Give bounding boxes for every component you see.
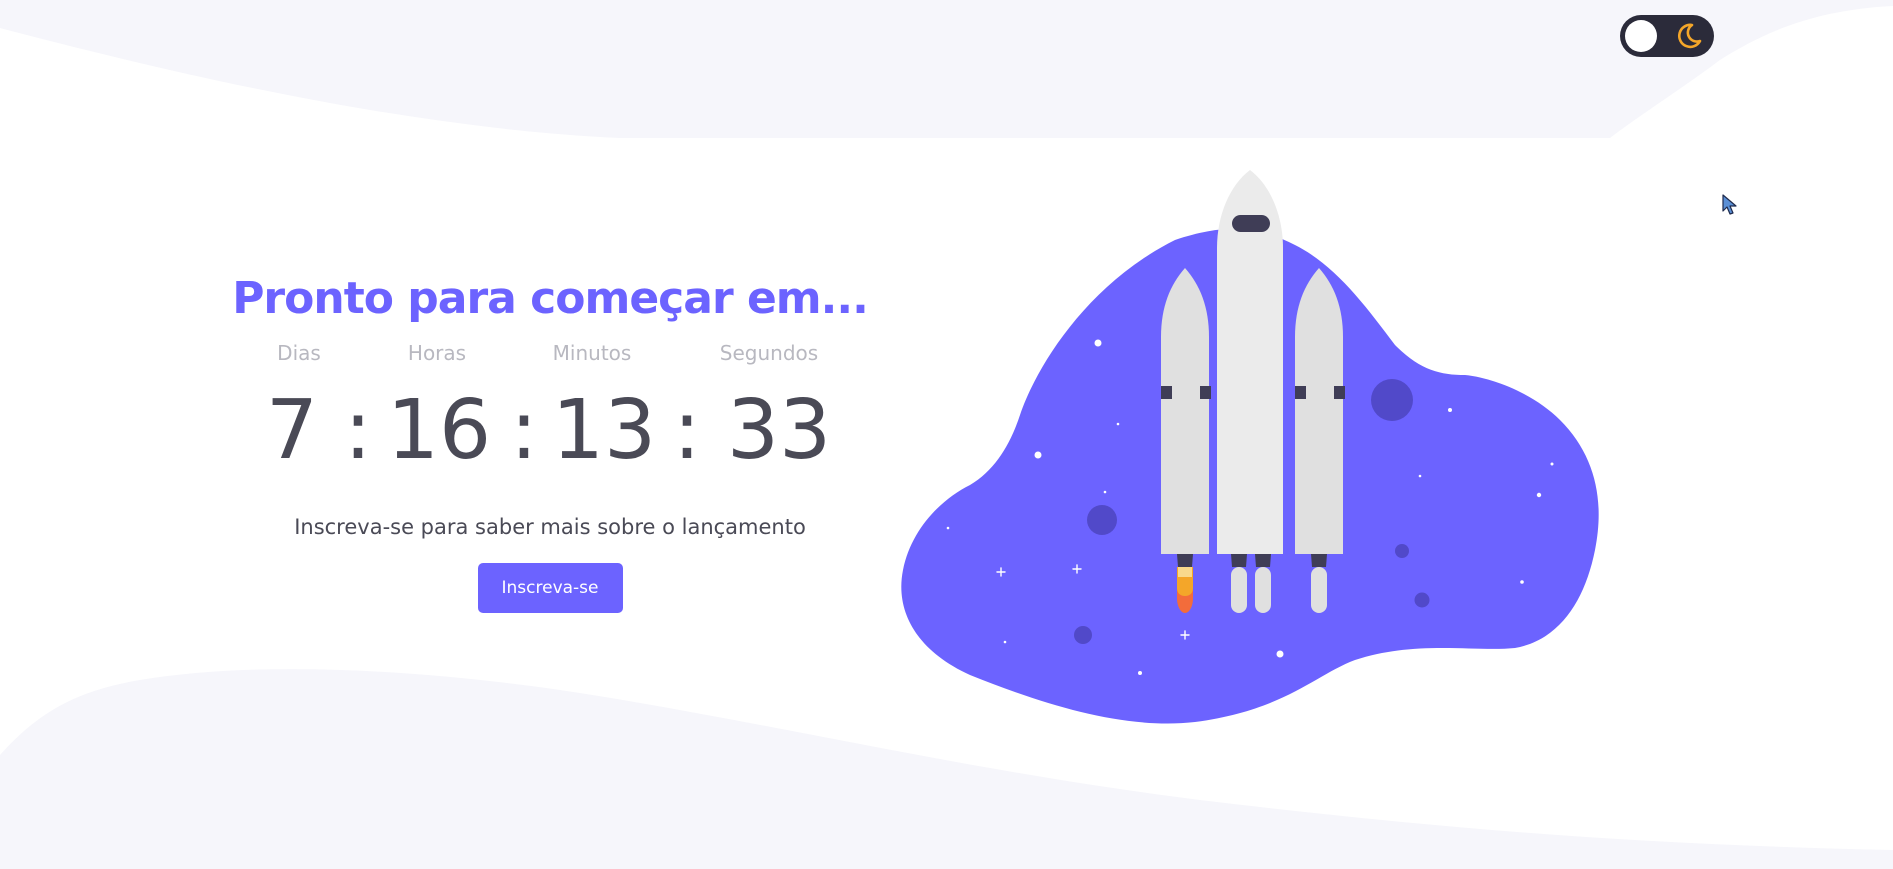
mouse-cursor-icon: [1722, 194, 1737, 215]
days-label: Dias: [277, 341, 321, 366]
seconds-value: 33: [726, 383, 832, 479]
seconds-label: Segundos: [719, 341, 819, 366]
subscribe-button[interactable]: Inscreva-se: [477, 563, 623, 614]
minutes-value: 13: [551, 383, 657, 479]
subtitle-text: Inscreva-se para saber mais sobre o lanç…: [294, 515, 806, 540]
moon-icon: [1677, 23, 1702, 49]
countdown-timer: 7 : 16 : 13 : 33: [220, 381, 880, 491]
landing-page: Pronto para começar em... Dias Horas Min…: [0, 0, 1893, 869]
page-title: Pronto para começar em...: [232, 273, 869, 324]
minutes-label: Minutos: [552, 341, 632, 366]
hours-value: 16: [386, 383, 492, 479]
rocket-launch-illustration: [901, 170, 1599, 724]
center-core: [1217, 170, 1283, 613]
button-wrapper: Inscreva-se: [220, 563, 880, 614]
toggle-knob[interactable]: [1625, 20, 1657, 52]
separator: :: [510, 383, 538, 479]
separator: :: [344, 383, 372, 479]
days-value: 7: [265, 383, 319, 479]
top-wave-shape: [0, 0, 1893, 138]
theme-toggle[interactable]: [1620, 15, 1714, 57]
hours-label: Horas: [407, 341, 467, 366]
countdown-labels: Dias Horas Minutos Segundos: [220, 341, 880, 381]
separator: :: [673, 383, 701, 479]
hero-content: Pronto para começar em... Dias Horas Min…: [220, 270, 880, 614]
